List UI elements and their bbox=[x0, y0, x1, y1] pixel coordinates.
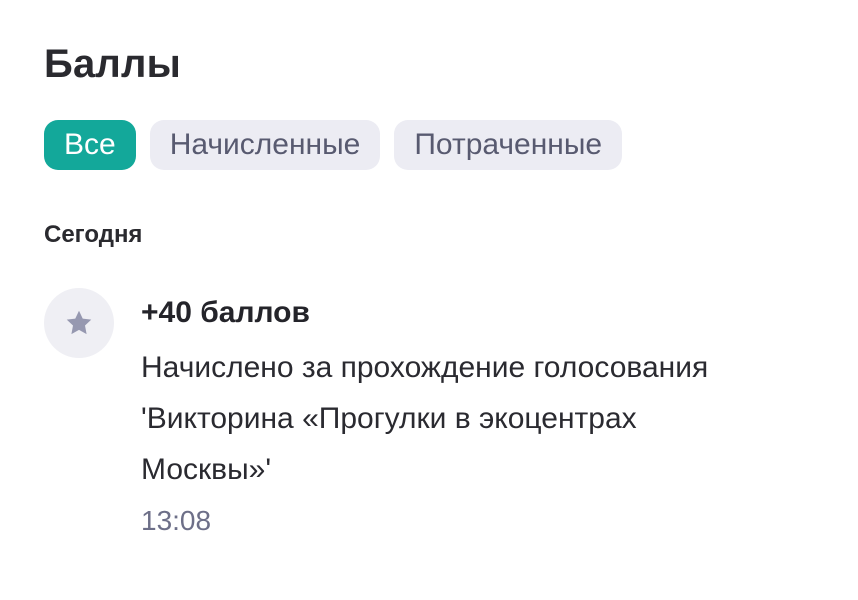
transaction-time: 13:08 bbox=[141, 505, 212, 536]
tab-spent[interactable]: Потраченные bbox=[394, 120, 623, 170]
transaction-amount: +40 баллов bbox=[141, 296, 310, 329]
transaction-icon bbox=[44, 288, 114, 358]
page-title: Баллы bbox=[44, 42, 181, 86]
filter-tabs: Все Начисленные Потраченные bbox=[44, 120, 623, 170]
tab-all[interactable]: Все bbox=[44, 120, 136, 170]
transaction-body: +40 баллов Начислено за прохождение голо… bbox=[141, 286, 801, 544]
tab-earned[interactable]: Начисленные bbox=[149, 120, 381, 170]
transaction-description: Начислено за прохождение голосования 'Ви… bbox=[141, 351, 709, 486]
section-title-today: Сегодня bbox=[44, 221, 143, 248]
star-icon bbox=[66, 310, 92, 335]
